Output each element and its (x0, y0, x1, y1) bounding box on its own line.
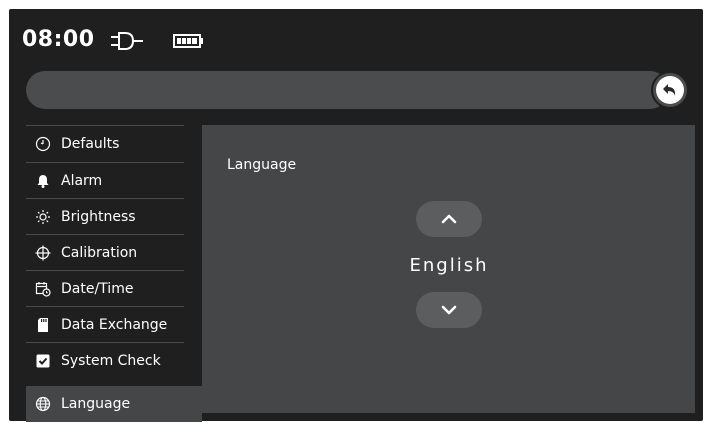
sidebar-item-calibration[interactable]: Calibration (26, 235, 184, 271)
language-down-button[interactable] (416, 292, 482, 328)
sidebar-item-data-exchange[interactable]: Data Exchange (26, 307, 184, 343)
bell-icon (35, 173, 51, 189)
clock-time: 08:00 (22, 27, 95, 52)
sidebar-item-label: Defaults (61, 136, 120, 152)
battery-icon (173, 33, 205, 52)
sidebar-item-date-time[interactable]: Date/Time (26, 271, 184, 307)
sidebar-item-label: Brightness (61, 209, 136, 225)
sd-card-icon (35, 317, 51, 333)
breadcrumb (26, 71, 669, 109)
language-value: English (409, 255, 489, 276)
sidebar-item-label: Calibration (61, 245, 138, 261)
sidebar-item-defaults[interactable]: Defaults (26, 126, 184, 162)
chevron-down-icon (441, 301, 457, 320)
back-button[interactable] (651, 71, 689, 109)
language-up-button[interactable] (416, 201, 482, 237)
sidebar-item-alarm[interactable]: Alarm (26, 163, 184, 199)
sidebar-item-system-check[interactable]: System Check (26, 343, 184, 379)
panel-title: Language (227, 157, 297, 173)
sidebar-item-label: Language (61, 396, 131, 412)
language-panel: Language English (202, 125, 695, 413)
timer-icon (35, 136, 51, 152)
globe-icon (35, 396, 51, 412)
sidebar-item-label: Data Exchange (61, 317, 168, 333)
sidebar-item-label: System Check (61, 353, 161, 369)
sun-icon (35, 209, 51, 225)
back-arrow-icon (656, 76, 684, 104)
calendar-clock-icon (35, 281, 51, 297)
checkbox-icon (35, 353, 51, 369)
sidebar-item-label: Alarm (61, 173, 103, 189)
sidebar-item-label: Date/Time (61, 281, 134, 297)
plug-icon (109, 31, 145, 55)
chevron-up-icon (441, 210, 457, 229)
sidebar-item-language[interactable]: Language (26, 386, 202, 422)
device-screen: 08:00 Defaults Alarm Brightness Calibrat… (9, 9, 703, 422)
status-bar: 08:00 (9, 9, 703, 69)
settings-sidebar: Defaults Alarm Brightness Calibration Da… (26, 125, 202, 422)
sidebar-item-brightness[interactable]: Brightness (26, 199, 184, 235)
crosshair-icon (35, 245, 51, 261)
